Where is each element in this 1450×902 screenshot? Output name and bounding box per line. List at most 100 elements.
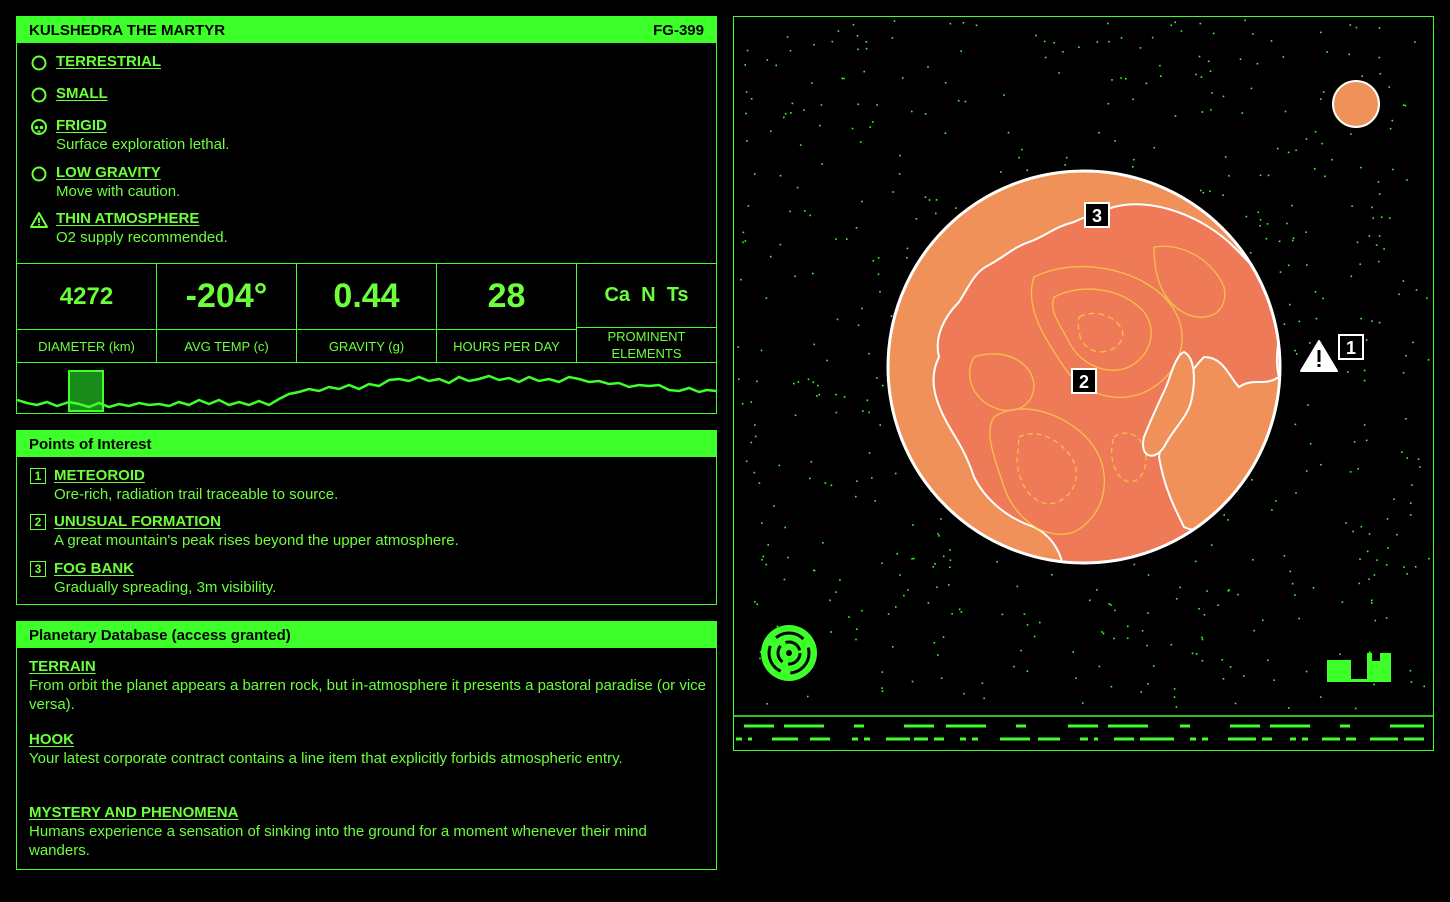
database-header: Planetary Database (access granted): [17, 622, 716, 648]
star: [1179, 586, 1181, 589]
database-section-title[interactable]: TERRAIN: [29, 658, 706, 675]
star: [804, 210, 806, 212]
star: [1363, 424, 1366, 426]
star: [754, 424, 756, 426]
star: [860, 141, 862, 143]
database-section-title[interactable]: MYSTERY AND PHENOMENA: [29, 804, 706, 821]
star: [1368, 578, 1370, 580]
star: [1114, 609, 1116, 612]
poi-item-title[interactable]: FOG BANK: [54, 560, 276, 577]
star: [869, 126, 872, 128]
database-section-mystery: MYSTERY AND PHENOMENA Humans experience …: [29, 804, 706, 860]
star: [1089, 599, 1091, 602]
star: [799, 144, 802, 146]
star: [1359, 263, 1361, 265]
stat-diameter: 4272 DIAMETER (km): [17, 264, 157, 362]
orbital-map[interactable]: 3 2 1: [734, 17, 1433, 750]
star: [765, 563, 768, 566]
star: [1200, 189, 1202, 192]
trait-frigid[interactable]: FRIGID Surface exploration lethal.: [17, 117, 229, 164]
poi-item-unusual-formation[interactable]: 2 UNUSUAL FORMATION A great mountain's p…: [17, 513, 459, 560]
terrain-profile-graph[interactable]: [17, 367, 716, 413]
star: [1153, 146, 1155, 149]
star: [1391, 119, 1394, 122]
star: [1257, 211, 1260, 214]
star: [760, 349, 763, 352]
star: [1151, 36, 1154, 39]
star: [1125, 78, 1127, 80]
poi-marker-3[interactable]: 3: [1084, 202, 1110, 228]
trait-terrestrial[interactable]: TERRESTRIAL: [17, 53, 229, 85]
trait-title[interactable]: SMALL: [56, 85, 108, 102]
star: [1211, 92, 1213, 94]
stat-label: GRAVITY (g): [328, 338, 405, 354]
star: [1062, 51, 1064, 53]
star: [766, 59, 769, 61]
star: [1001, 613, 1004, 616]
star: [856, 480, 858, 482]
poi-marker-1[interactable]: 1: [1300, 334, 1364, 372]
star: [824, 482, 827, 484]
star: [912, 524, 914, 526]
star: [1426, 297, 1428, 299]
star: [1387, 547, 1389, 549]
trait-title[interactable]: LOW GRAVITY: [56, 164, 180, 181]
poi-item-fog-bank[interactable]: 3 FOG BANK Gradually spreading, 3m visib…: [17, 560, 459, 606]
star: [1324, 175, 1326, 178]
star: [1221, 659, 1224, 661]
star: [1201, 638, 1204, 641]
star: [1322, 297, 1324, 300]
star: [1365, 339, 1368, 341]
trait-small[interactable]: SMALL: [17, 85, 229, 117]
star: [791, 102, 794, 105]
star: [812, 381, 815, 383]
trait-title[interactable]: THIN ATMOSPHERE: [56, 210, 228, 227]
trait-thin-atmosphere[interactable]: THIN ATMOSPHERE O2 supply recommended.: [17, 210, 229, 256]
star: [1108, 603, 1110, 605]
star: [1113, 637, 1115, 640]
poi-item-meteoroid[interactable]: 1 METEOROID Ore-rich, radiation trail tr…: [17, 467, 459, 513]
star: [1021, 148, 1023, 151]
database-section-title[interactable]: HOOK: [29, 731, 706, 748]
star: [1253, 629, 1255, 632]
star: [839, 579, 841, 581]
star: [1406, 179, 1408, 181]
star: [1175, 598, 1178, 600]
star: [868, 352, 870, 355]
star: [935, 212, 937, 215]
star: [940, 677, 943, 679]
star: [1350, 275, 1353, 278]
star: [1170, 24, 1172, 27]
star: [1065, 156, 1068, 159]
star: [1366, 550, 1369, 553]
trait-title[interactable]: FRIGID: [56, 117, 229, 134]
star: [1404, 104, 1407, 107]
star: [1195, 653, 1198, 655]
star: [1222, 194, 1224, 196]
star: [1415, 289, 1418, 291]
warning-icon: [30, 212, 48, 228]
skull-icon: [31, 119, 47, 135]
star: [855, 638, 857, 641]
star: [1349, 24, 1352, 26]
star: [1244, 19, 1246, 22]
trait-low-gravity[interactable]: LOW GRAVITY Move with caution.: [17, 164, 229, 210]
poi-marker-2[interactable]: 2: [1071, 368, 1097, 394]
radar-icon[interactable]: [761, 625, 817, 681]
star: [874, 500, 876, 502]
poi-item-title[interactable]: UNUSUAL FORMATION: [54, 513, 459, 530]
star: [1051, 574, 1053, 576]
star: [744, 240, 747, 242]
star: [1107, 102, 1110, 105]
poi-item-title[interactable]: METEOROID: [54, 467, 338, 484]
star: [1375, 244, 1378, 246]
star: [1319, 696, 1322, 698]
star: [1127, 625, 1129, 628]
star: [940, 518, 942, 520]
poi-number-badge: 2: [30, 514, 46, 530]
moon[interactable]: [1332, 80, 1380, 128]
star: [1223, 514, 1225, 516]
star: [1345, 522, 1347, 524]
trait-title[interactable]: TERRESTRIAL: [56, 53, 161, 70]
star: [1249, 252, 1252, 254]
